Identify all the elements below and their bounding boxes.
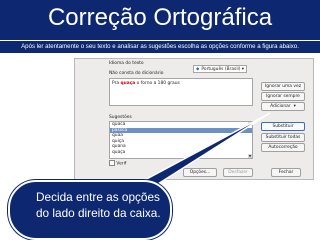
callout-text-line2: do lado direito da caixa.	[36, 206, 161, 220]
callout-text: Decida entre as opções do lado direito d…	[36, 189, 176, 221]
callout-text-line1: Decida entre as opções	[36, 190, 160, 204]
callout-pointer-shape	[127, 112, 271, 190]
